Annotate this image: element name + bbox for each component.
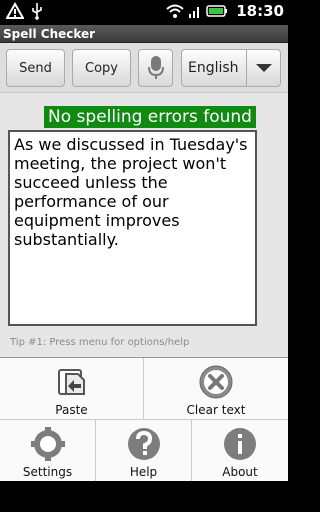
help-menu-item[interactable]: Help [96, 420, 192, 482]
paste-menu-item[interactable]: Paste [0, 358, 144, 420]
voice-input-button[interactable] [138, 49, 173, 87]
toolbar: Send Copy English [0, 43, 288, 93]
language-value: English [188, 60, 239, 76]
bottom-bar [0, 481, 288, 512]
spell-check-result: No spelling errors found [44, 106, 256, 128]
microphone-icon [147, 56, 164, 79]
chevron-down-icon [246, 50, 280, 86]
app-title: Spell Checker [3, 27, 96, 41]
help-icon [127, 428, 160, 460]
about-label: About [222, 465, 258, 479]
settings-label: Settings [22, 465, 73, 479]
settings-menu-item[interactable]: Settings [0, 420, 96, 482]
tip-text: Tip #1: Press menu for options/help [10, 337, 190, 348]
gear-icon [30, 427, 65, 461]
status-clock: 18:30 [236, 2, 284, 20]
signal-icon [189, 7, 200, 18]
language-select[interactable]: English [181, 49, 281, 87]
battery-icon [206, 5, 228, 17]
about-menu-item[interactable]: About [192, 420, 288, 482]
text-input-area[interactable]: As we discussed in Tuesday's meeting, th… [8, 130, 257, 326]
app-title-bar: Spell Checker [0, 25, 288, 43]
clear-text-menu-item[interactable]: Clear text [144, 358, 288, 420]
status-bar: 18:30 [0, 0, 288, 25]
usb-icon [32, 3, 42, 20]
paste-icon [57, 369, 85, 395]
warning-icon [6, 2, 24, 19]
clear-text-label: Clear text [186, 403, 246, 417]
info-icon [224, 428, 256, 460]
copy-label: Copy [85, 60, 118, 76]
clear-icon [199, 365, 233, 399]
help-label: Help [129, 465, 158, 479]
copy-button[interactable]: Copy [72, 49, 131, 87]
send-button[interactable]: Send [6, 49, 65, 87]
paste-label: Paste [55, 403, 88, 417]
send-label: Send [19, 60, 52, 76]
wifi-icon [166, 4, 184, 18]
options-menu: Paste Clear text Settings Help About [0, 357, 288, 482]
